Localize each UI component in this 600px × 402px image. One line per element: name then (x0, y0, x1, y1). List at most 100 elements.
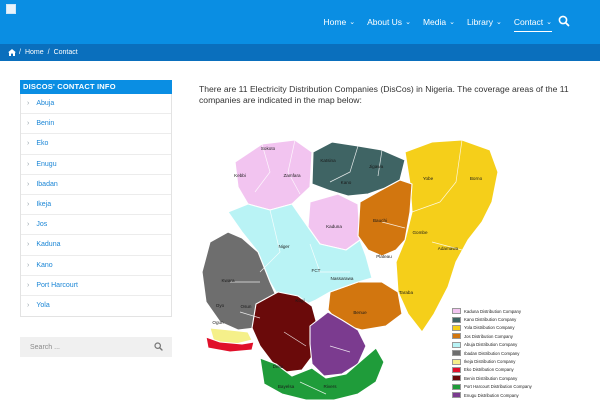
legend-swatch (452, 366, 461, 373)
legend-swatch (452, 350, 461, 357)
map-legend: Kaduna Distribution Company Kano Distribu… (452, 307, 572, 399)
legend-item: Enugu Distribution Company (452, 391, 572, 399)
legend-swatch (452, 358, 461, 365)
home-icon[interactable] (8, 49, 16, 56)
state-label-bayelsa: Bayelsa (278, 384, 295, 389)
sidebar-item-enugu[interactable]: › Enugu (21, 155, 171, 175)
legend-label: Kaduna Distribution Company (464, 308, 522, 314)
legend-item: Port Harcourt Distribution Company (452, 383, 572, 391)
nav-library[interactable]: Library ⌄ (467, 0, 502, 44)
legend-item: Abuja Distribution Company (452, 341, 572, 349)
sidebar-item-label: Yola (36, 302, 50, 310)
search-icon[interactable] (558, 14, 570, 28)
breadcrumb-home-link[interactable]: Home (25, 49, 44, 56)
legend-item: Kano Distribution Company (452, 315, 572, 323)
state-label-katsina: Katsina (320, 158, 336, 163)
chevron-right-icon: › (27, 120, 30, 128)
legend-item: Eko Distribution Company (452, 366, 572, 374)
sidebar-item-port-harcourt[interactable]: › Port Harcourt (21, 276, 171, 296)
state-label-taraba: Taraba (399, 290, 413, 295)
sidebar-item-yola[interactable]: › Yola (21, 296, 171, 316)
state-label-niger: Niger (279, 244, 290, 249)
legend-swatch (452, 333, 461, 340)
sidebar-item-kano[interactable]: › Kano (21, 256, 171, 276)
top-navbar: Home ⌄ About Us ⌄ Media ⌄ Library ⌄ Contact ⌄ (0, 0, 600, 44)
legend-item: Benin Distribution Company (452, 374, 572, 382)
legend-label: Ikeja Distribution Company (464, 359, 516, 365)
state-label-borno: Borno (470, 176, 483, 181)
legend-label: Abuja Distribution Company (464, 342, 518, 348)
search-icon[interactable] (154, 342, 163, 351)
sidebar-item-label: Enugu (36, 160, 57, 168)
nav-library-label: Library (466, 17, 493, 27)
nav-home-label: Home (323, 17, 347, 27)
state-label-benue: Benue (353, 310, 367, 315)
state-label-plateau: Plateau (376, 254, 392, 259)
legend-item: Kaduna Distribution Company (452, 307, 572, 315)
legend-swatch (452, 375, 461, 382)
state-label-rivers: Rivers (323, 384, 337, 389)
legend-label: Kano Distribution Company (464, 317, 517, 323)
legend-swatch (452, 324, 461, 331)
sidebar-item-ibadan[interactable]: › Ibadan (21, 175, 171, 195)
sidebar-item-label: Benin (36, 120, 55, 128)
legend-label: Eko Distribution Company (464, 367, 514, 373)
sidebar-item-label: Jos (36, 221, 48, 229)
sidebar-item-benin[interactable]: › Benin (21, 114, 171, 135)
state-label-nassarawa: Nassarawa (331, 276, 354, 281)
sidebar-item-abuja[interactable]: › Abuja (21, 94, 171, 115)
chevron-down-icon: ⌄ (546, 19, 552, 26)
chevron-down-icon: ⌄ (495, 19, 502, 26)
legend-swatch (452, 316, 461, 323)
state-label-ogun: Ogun (212, 320, 224, 325)
chevron-right-icon: › (27, 241, 30, 249)
breadcrumb-separator: / (19, 49, 21, 56)
legend-label: Enugu Distribution Company (464, 392, 519, 398)
sidebar-item-kaduna[interactable]: › Kaduna (21, 235, 171, 256)
chevron-right-icon: › (27, 261, 30, 269)
intro-text: There are 11 Electricity Distribution Co… (199, 84, 569, 105)
nav-about-us[interactable]: About Us ⌄ (367, 0, 411, 44)
sidebar-item-label: Kano (36, 261, 53, 269)
state-label-oyo: Oyo (216, 303, 225, 308)
chevron-right-icon: › (27, 201, 30, 209)
legend-label: Benin Distribution Company (464, 375, 518, 381)
chevron-right-icon: › (27, 281, 30, 289)
legend-swatch (452, 308, 461, 315)
chevron-right-icon: › (27, 302, 30, 310)
state-label-fct: FCT (312, 268, 321, 273)
sidebar-item-label: Ikeja (36, 201, 52, 209)
legend-label: Jos Distribution Company (464, 333, 513, 339)
state-label-osun: Osun (241, 304, 252, 309)
sidebar-search-input[interactable]: Search ... (20, 337, 172, 357)
nav-media[interactable]: Media ⌄ (423, 0, 455, 44)
nav-home[interactable]: Home ⌄ (324, 0, 356, 44)
breadcrumb: / Home / Contact (0, 44, 600, 61)
legend-item: Ibadan Distribution Company (452, 349, 572, 357)
logo-image[interactable] (6, 4, 16, 14)
state-label-zamfara: Zamfara (283, 173, 301, 178)
region-yola-disco (395, 139, 499, 333)
legend-item: Yola Distribution Company (452, 324, 572, 332)
sidebar-item-label: Ibadan (36, 180, 58, 188)
state-label-adamawa: Adamawa (438, 246, 459, 251)
chevron-right-icon: › (27, 100, 30, 108)
sidebar-item-jos[interactable]: › Jos (21, 215, 171, 236)
nav-contact[interactable]: Contact ⌄ (513, 0, 553, 44)
legend-item: Ikeja Distribution Company (452, 357, 572, 365)
state-label-sokoto: Sokoto (261, 146, 276, 151)
state-label-jigawa: Jigawa (369, 164, 384, 169)
sidebar-item-eko[interactable]: › Eko (21, 134, 171, 155)
chevron-right-icon: › (27, 221, 30, 229)
legend-swatch (452, 341, 461, 348)
sidebar-item-ikeja[interactable]: › Ikeja (21, 195, 171, 216)
nav-media-label: Media (422, 17, 447, 27)
legend-label: Ibadan Distribution Company (464, 350, 520, 356)
state-label-kaduna: Kaduna (326, 224, 342, 229)
legend-swatch (452, 383, 461, 390)
main-nav: Home ⌄ About Us ⌄ Media ⌄ Library ⌄ Contact ⌄ (312, 0, 553, 44)
legend-label: Yola Distribution Company (464, 325, 515, 331)
state-label-gombe: Gombe (412, 230, 428, 235)
breadcrumb-current: Contact (53, 49, 78, 56)
nav-contact-label: Contact (513, 17, 544, 27)
